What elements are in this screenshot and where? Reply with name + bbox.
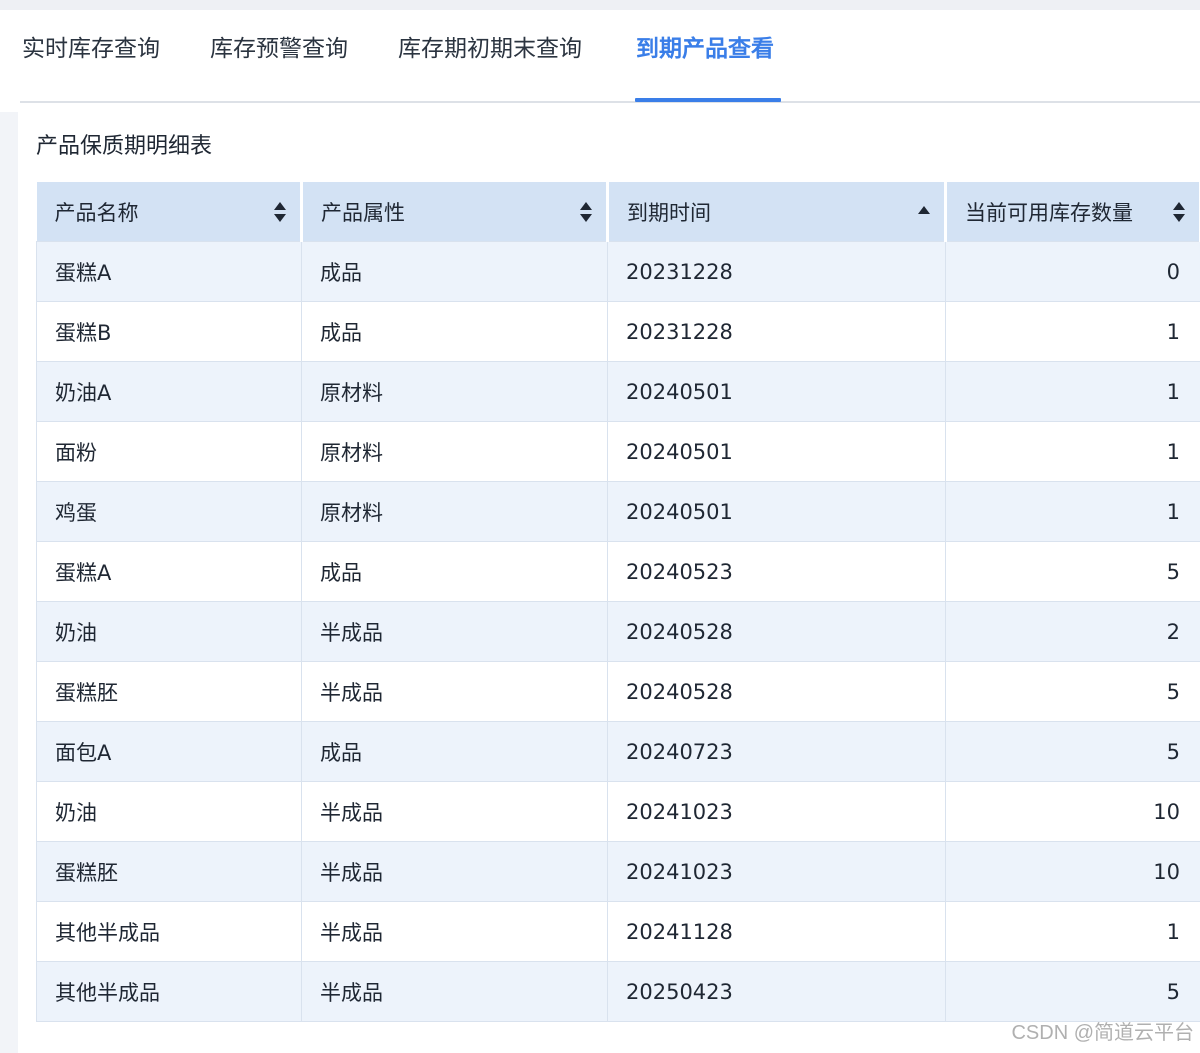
cell-product-name: 面粉: [36, 421, 302, 482]
cell-product-attribute: 成品: [301, 541, 608, 602]
tab-bar: 实时库存查询 库存预警查询 库存期初期末查询 到期产品查看: [0, 10, 1200, 112]
cell-available-stock: 1: [945, 421, 1200, 482]
sort-ascending-icon[interactable]: [918, 202, 930, 222]
cell-available-stock: 5: [945, 721, 1200, 782]
cell-expiry-date: 20241023: [607, 841, 946, 902]
cell-expiry-date: 20240523: [607, 541, 946, 602]
cell-expiry-date: 20240501: [607, 421, 946, 482]
cell-expiry-date: 20241023: [607, 781, 946, 842]
cell-expiry-date: 20240723: [607, 721, 946, 782]
panel-title: 产品保质期明细表: [36, 134, 213, 159]
cell-expiry-date: 20231228: [607, 241, 946, 302]
sort-icon[interactable]: [580, 201, 592, 222]
expiry-table: 产品名称 产品属性 到期时间 当前可用库存数量 蛋糕A 成品 20231228 …: [36, 182, 1200, 1022]
header-product-name[interactable]: 产品名称: [36, 182, 303, 242]
cell-product-name: 奶油A: [36, 361, 302, 422]
cell-expiry-date: 20240528: [607, 601, 946, 662]
cell-product-attribute: 成品: [301, 241, 608, 302]
cell-product-name: 面包A: [36, 721, 302, 782]
tab-inventory-alert[interactable]: 库存预警查询: [210, 32, 348, 66]
cell-product-name: 奶油: [36, 781, 302, 842]
cell-expiry-date: 20240501: [607, 361, 946, 422]
table-row[interactable]: 面包A 成品 20240723 5: [36, 721, 1200, 782]
cell-available-stock: 2: [945, 601, 1200, 662]
cell-product-name: 蛋糕A: [36, 541, 302, 602]
cell-available-stock: 5: [945, 541, 1200, 602]
cell-product-name: 奶油: [36, 601, 302, 662]
cell-product-name: 其他半成品: [36, 901, 302, 962]
tab-inventory-period[interactable]: 库存期初期末查询: [398, 32, 582, 66]
table-row[interactable]: 蛋糕A 成品 20240523 5: [36, 541, 1200, 602]
cell-expiry-date: 20240501: [607, 481, 946, 542]
watermark: CSDN @简道云平台: [1011, 1022, 1194, 1044]
cell-product-attribute: 原材料: [301, 421, 608, 482]
tab-expiring-products[interactable]: 到期产品查看: [636, 32, 774, 66]
cell-product-attribute: 成品: [301, 301, 608, 362]
header-label: 当前可用库存数量: [965, 200, 1133, 225]
cell-available-stock: 10: [945, 841, 1200, 902]
cell-available-stock: 0: [945, 241, 1200, 302]
cell-product-attribute: 半成品: [301, 841, 608, 902]
cell-product-attribute: 半成品: [301, 781, 608, 842]
cell-expiry-date: 20241128: [607, 901, 946, 962]
cell-available-stock: 5: [945, 661, 1200, 722]
cell-product-attribute: 成品: [301, 721, 608, 782]
cell-product-attribute: 半成品: [301, 901, 608, 962]
table-row[interactable]: 鸡蛋 原材料 20240501 1: [36, 481, 1200, 542]
tab-realtime-inventory[interactable]: 实时库存查询: [22, 32, 160, 66]
table-row[interactable]: 奶油 半成品 20241023 10: [36, 781, 1200, 842]
cell-expiry-date: 20250423: [607, 961, 946, 1022]
cell-product-attribute: 半成品: [301, 601, 608, 662]
cell-available-stock: 1: [945, 481, 1200, 542]
table-header-row: 产品名称 产品属性 到期时间 当前可用库存数量: [36, 182, 1200, 242]
cell-available-stock: 1: [945, 361, 1200, 422]
table-body: 蛋糕A 成品 20231228 0 蛋糕B 成品 20231228 1 奶油A 原材料 202405…: [36, 241, 1200, 1022]
header-product-attribute[interactable]: 产品属性: [301, 182, 609, 242]
table-container[interactable]: 产品名称 产品属性 到期时间 当前可用库存数量 蛋糕A 成品 20231228 …: [36, 182, 1200, 1053]
header-label: 产品属性: [321, 200, 405, 225]
table-row[interactable]: 蛋糕A 成品 20231228 0: [36, 241, 1200, 302]
active-tab-indicator: [635, 98, 781, 102]
table-row[interactable]: 其他半成品 半成品 20241128 1: [36, 901, 1200, 962]
table-row[interactable]: 蛋糕胚 半成品 20240528 5: [36, 661, 1200, 722]
table-row[interactable]: 蛋糕胚 半成品 20241023 10: [36, 841, 1200, 902]
cell-available-stock: 10: [945, 781, 1200, 842]
sort-icon[interactable]: [274, 201, 286, 222]
report-panel: 产品保质期明细表 产品名称 产品属性 到期时间 当前可用库存数量 蛋糕A 成品 …: [18, 112, 1200, 1053]
cell-product-attribute: 半成品: [301, 961, 608, 1022]
cell-product-name: 蛋糕A: [36, 241, 302, 302]
cell-product-name: 蛋糕胚: [36, 661, 302, 722]
cell-product-name: 蛋糕胚: [36, 841, 302, 902]
cell-product-name: 鸡蛋: [36, 481, 302, 542]
cell-expiry-date: 20240528: [607, 661, 946, 722]
cell-expiry-date: 20231228: [607, 301, 946, 362]
table-row[interactable]: 奶油 半成品 20240528 2: [36, 601, 1200, 662]
cell-product-attribute: 原材料: [301, 361, 608, 422]
tab-divider: [20, 101, 1200, 103]
header-label: 产品名称: [54, 200, 139, 225]
table-row[interactable]: 面粉 原材料 20240501 1: [36, 421, 1200, 482]
header-label: 到期时间: [627, 200, 711, 225]
cell-product-name: 蛋糕B: [36, 301, 302, 362]
cell-available-stock: 1: [945, 901, 1200, 962]
top-strip: [0, 0, 1200, 10]
cell-available-stock: 1: [945, 301, 1200, 362]
cell-product-attribute: 半成品: [301, 661, 608, 722]
table-row[interactable]: 奶油A 原材料 20240501 1: [36, 361, 1200, 422]
table-row[interactable]: 其他半成品 半成品 20250423 5: [36, 961, 1200, 1022]
sort-icon[interactable]: [1173, 201, 1185, 222]
cell-available-stock: 5: [945, 961, 1200, 1022]
header-available-stock[interactable]: 当前可用库存数量: [945, 182, 1200, 242]
cell-product-attribute: 原材料: [301, 481, 608, 542]
table-row[interactable]: 蛋糕B 成品 20231228 1: [36, 301, 1200, 362]
header-expiry-date[interactable]: 到期时间: [607, 182, 947, 242]
cell-product-name: 其他半成品: [36, 961, 302, 1022]
